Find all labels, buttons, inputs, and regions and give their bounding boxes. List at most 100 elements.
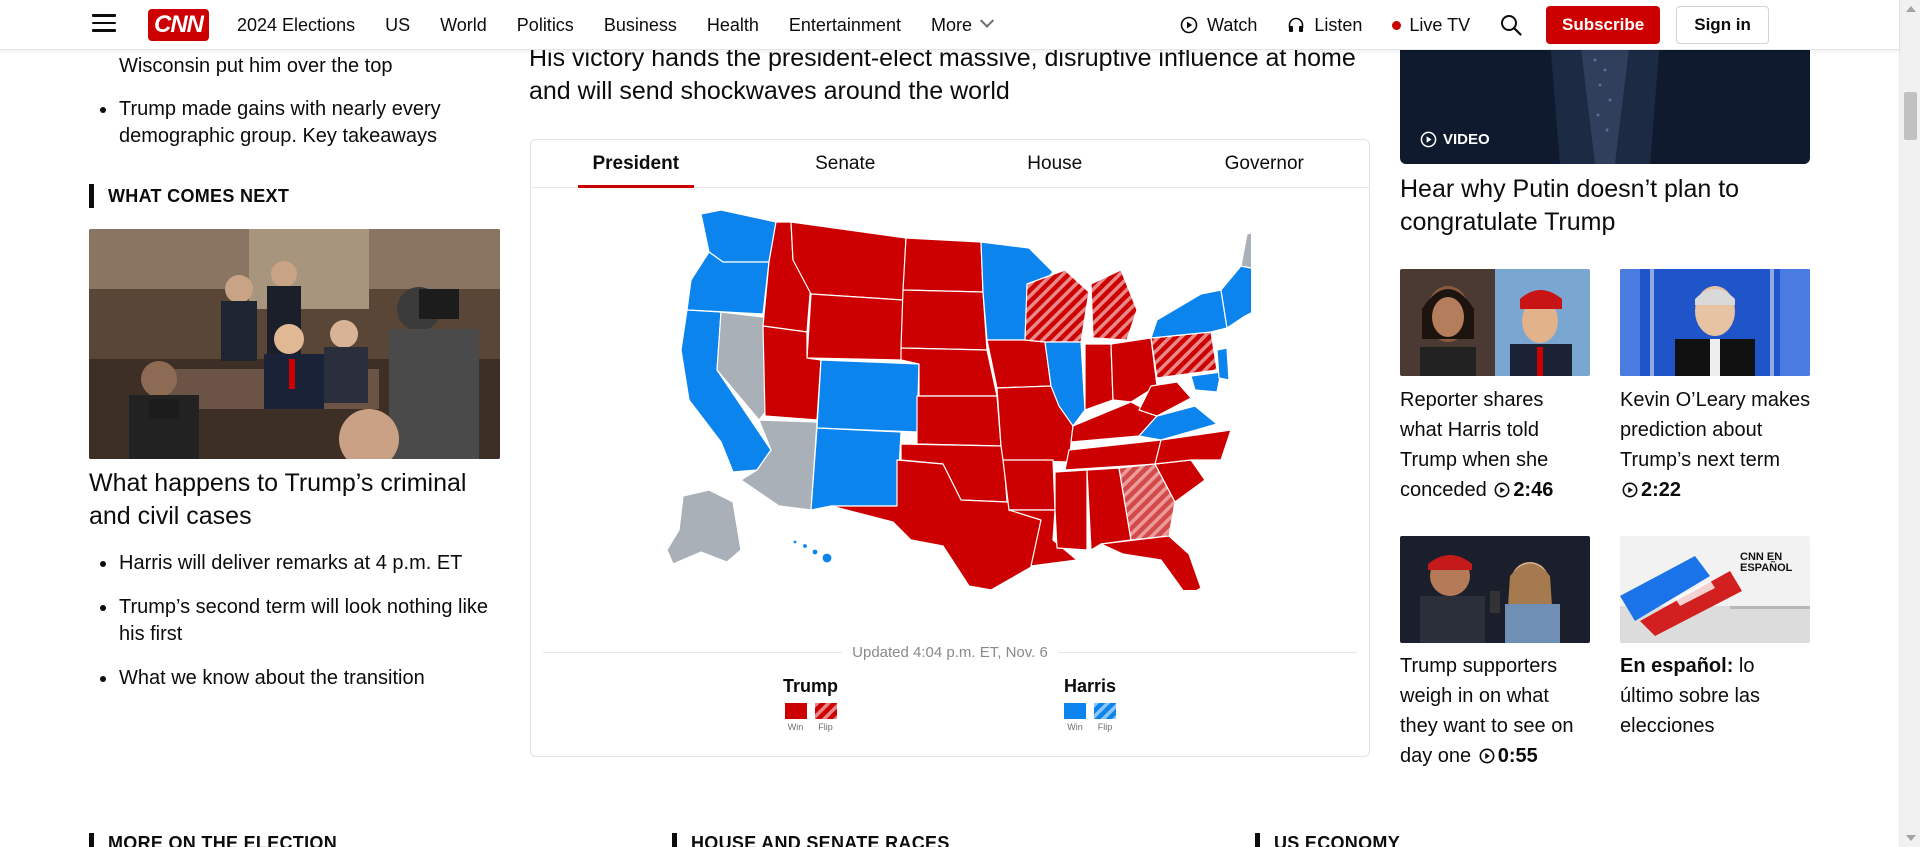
search-icon[interactable] (1500, 14, 1522, 36)
harris-trump-thumbnail[interactable] (1400, 269, 1590, 376)
bullet-continued-text[interactable]: Wisconsin put him over the top (119, 53, 392, 80)
updated-timestamp: Updated 4:04 p.m. ET, Nov. 6 (531, 644, 1369, 662)
card-title-en-espanol[interactable]: En español: lo último sobre las eleccion… (1620, 651, 1810, 741)
state-hi (811, 548, 819, 556)
list-item[interactable]: Harris will deliver remarks at 4 p.m. ET (96, 550, 506, 577)
state-hi (801, 542, 809, 550)
nav-link-health[interactable]: Health (707, 15, 759, 36)
courtroom-photo[interactable] (89, 229, 500, 459)
legend-trump-win-swatch (784, 703, 807, 719)
putin-video-thumbnail[interactable]: VIDEO (1400, 40, 1810, 164)
nav-link-elections[interactable]: 2024 Elections (237, 15, 355, 36)
updated-text: Updated 4:04 p.m. ET, Nov. 6 (842, 644, 1058, 661)
card-title-bold: En español: (1620, 655, 1734, 677)
nav-links: 2024 Elections US World Politics Busines… (237, 0, 1022, 50)
legend-harris-name: Harris (1064, 676, 1117, 696)
cnn-en-espanol-thumbnail[interactable]: CNN EN ESPAÑOL (1620, 536, 1810, 643)
kevin-oleary-thumbnail[interactable] (1620, 269, 1810, 376)
listen-label: Listen (1314, 14, 1363, 35)
article-subheadline[interactable]: His victory hands the president-elect ma… (529, 42, 1379, 108)
state-wi (1024, 269, 1090, 343)
chevron-down-icon (979, 13, 995, 28)
us-election-map[interactable] (661, 210, 1251, 590)
video-badge: VIDEO (1420, 131, 1490, 148)
play-circle-icon (1494, 482, 1510, 498)
nav-link-entertainment[interactable]: Entertainment (789, 15, 901, 36)
cnn-logo[interactable]: CNN (148, 9, 209, 41)
tab-governor[interactable]: Governor (1160, 140, 1370, 187)
legend-harris: Harris Win Flip (1064, 676, 1116, 732)
section-bar (89, 833, 94, 847)
list-item[interactable]: Trump made gains with nearly every demog… (96, 96, 506, 150)
section-label-us-economy: US ECONOMY (1255, 833, 1400, 847)
state-ar (1002, 459, 1056, 511)
nav-more-button[interactable]: More (931, 13, 995, 36)
play-circle-icon (1622, 482, 1638, 498)
state-nd (902, 237, 984, 293)
section-bar (1255, 833, 1260, 847)
story-headline[interactable]: What happens to Trump’s criminal and civ… (89, 467, 509, 533)
card-title-oleary[interactable]: Kevin O’Leary makes prediction about Tru… (1620, 385, 1815, 505)
section-label-text: WHAT COMES NEXT (108, 185, 290, 206)
state-wy (806, 293, 904, 361)
thumbnail-logo-text: CNN EN ESPAÑOL (1740, 551, 1793, 574)
state-nm (810, 427, 902, 511)
list-item[interactable]: What we know about the transition (96, 665, 506, 692)
section-bar (672, 833, 677, 847)
section-label-text: MORE ON THE ELECTION (108, 833, 338, 847)
video-duration: 2:22 (1620, 479, 1681, 501)
legend-flip-label: Flip (1097, 722, 1113, 732)
list-item[interactable]: Trump’s second term will look nothing li… (96, 594, 506, 648)
menu-icon[interactable] (92, 14, 116, 34)
scroll-down-arrow-icon[interactable] (1906, 835, 1916, 841)
scroll-up-arrow-icon[interactable] (1906, 6, 1916, 12)
headphones-icon (1289, 17, 1304, 32)
state-ks (916, 395, 1002, 447)
tab-senate[interactable]: Senate (741, 140, 951, 187)
nav-link-politics[interactable]: Politics (517, 15, 574, 36)
sign-in-button[interactable]: Sign in (1676, 6, 1770, 44)
subscribe-button[interactable]: Subscribe (1546, 6, 1661, 44)
state-hi (821, 552, 833, 564)
scrollbar-thumb[interactable] (1904, 92, 1917, 140)
trump-supporters-thumbnail[interactable] (1400, 536, 1590, 643)
tab-president[interactable]: President (531, 140, 741, 187)
nav-link-us[interactable]: US (385, 15, 410, 36)
watch-label: Watch (1207, 14, 1258, 35)
state-mt (790, 221, 907, 301)
live-tv-link[interactable]: Live TV (1392, 15, 1470, 36)
card-title-harris-concede[interactable]: Reporter shares what Harris told Trump w… (1400, 385, 1590, 505)
nav-link-business[interactable]: Business (604, 15, 677, 36)
listen-link[interactable]: Listen (1287, 15, 1362, 36)
state-in (1084, 343, 1114, 411)
state-mi (1090, 269, 1138, 341)
legend-harris-flip-swatch (1094, 703, 1117, 719)
section-label-more-on-election: MORE ON THE ELECTION (89, 833, 337, 847)
card-title-trump-supporters[interactable]: Trump supporters weigh in on what they w… (1400, 651, 1590, 771)
state-co (816, 359, 920, 433)
top-navigation: CNN 2024 Elections US World Politics Bus… (0, 0, 1899, 50)
video-duration: 2:46 (1492, 479, 1553, 501)
card-title-text: Kevin O’Leary makes prediction about Tru… (1620, 389, 1811, 471)
play-circle-icon (1180, 16, 1198, 34)
watch-link[interactable]: Watch (1180, 15, 1257, 36)
video-badge-label: VIDEO (1443, 131, 1490, 148)
legend-trump: Trump Win Flip (783, 676, 838, 732)
putin-headline[interactable]: Hear why Putin doesn’t plan to congratul… (1400, 173, 1810, 239)
legend-flip-label: Flip (818, 722, 833, 732)
legend-win-label: Win (1067, 722, 1083, 732)
section-label-text: US ECONOMY (1274, 833, 1401, 847)
state-me (1240, 232, 1251, 269)
live-dot-icon (1392, 20, 1402, 30)
section-label-house-senate: HOUSE AND SENATE RACES (672, 833, 950, 847)
state-new-england (1220, 265, 1251, 329)
tab-house[interactable]: House (950, 140, 1160, 187)
nav-link-world[interactable]: World (440, 15, 487, 36)
state-ia (986, 339, 1052, 389)
duration-text: 2:46 (1513, 479, 1554, 501)
section-label-text: HOUSE AND SENATE RACES (691, 833, 950, 847)
live-tv-label: Live TV (1409, 14, 1471, 35)
page-scrollbar[interactable] (1899, 0, 1920, 847)
state-ms (1054, 469, 1088, 551)
nav-actions: Watch Listen Live TV Subscribe Sign in (1180, 0, 1770, 50)
